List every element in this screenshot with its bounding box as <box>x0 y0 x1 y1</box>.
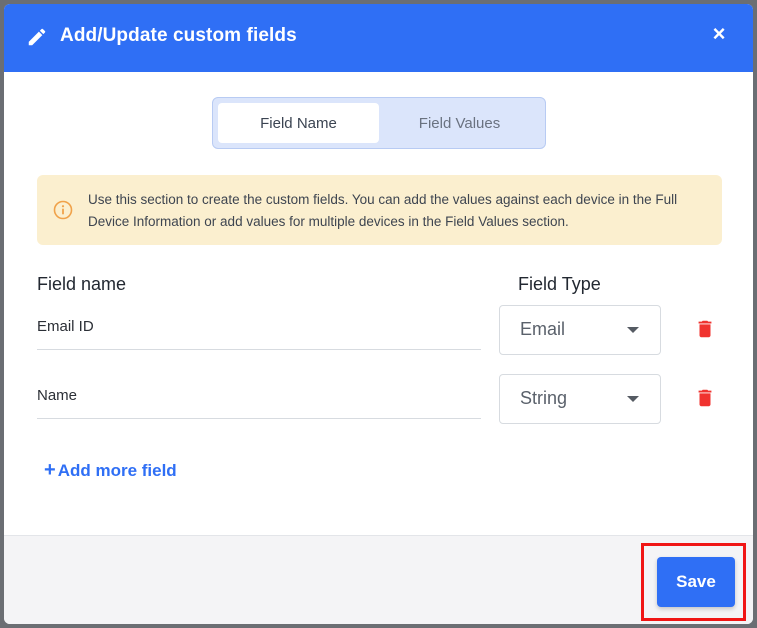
add-more-field-link[interactable]: + Add more field <box>44 459 177 482</box>
custom-fields-dialog: Add/Update custom fields × Field Name Fi… <box>4 4 753 624</box>
field-type-value: String <box>520 388 568 408</box>
field-name-input[interactable]: Email ID <box>37 306 481 350</box>
trash-icon[interactable] <box>694 318 716 340</box>
dialog-footer: Save <box>4 535 753 624</box>
field-type-select[interactable]: String <box>499 374 661 424</box>
field-type-select[interactable]: Email <box>499 305 661 355</box>
info-text: Use this section to create the custom fi… <box>88 192 678 229</box>
tab-switcher: Field Name Field Values <box>212 97 546 149</box>
dialog-title: Add/Update custom fields <box>60 25 297 46</box>
info-banner: Use this section to create the custom fi… <box>37 175 722 245</box>
tab-field-values[interactable]: Field Values <box>379 103 540 143</box>
close-icon: × <box>712 21 726 46</box>
field-row: Name String <box>4 374 753 435</box>
save-button[interactable]: Save <box>657 557 735 607</box>
add-more-field-label: Add more field <box>57 460 177 480</box>
caret-down-icon <box>627 327 639 333</box>
info-circle-icon <box>53 200 73 220</box>
field-name-input[interactable]: Name <box>37 375 481 419</box>
dialog-header: Add/Update custom fields × <box>4 4 753 72</box>
pencil-icon <box>28 28 46 46</box>
field-name-value: Email ID <box>37 318 94 335</box>
field-type-value: Email <box>520 319 566 339</box>
plus-icon: + <box>44 459 56 481</box>
field-name-value: Name <box>37 387 78 404</box>
field-row: Email ID Email <box>4 305 753 366</box>
field-name-column-header: Field name <box>37 274 127 294</box>
tab-field-name[interactable]: Field Name <box>218 103 379 143</box>
field-type-column-header: Field Type <box>518 274 601 294</box>
close-button[interactable]: × <box>705 20 733 48</box>
caret-down-icon <box>627 396 639 402</box>
trash-icon[interactable] <box>694 387 716 409</box>
